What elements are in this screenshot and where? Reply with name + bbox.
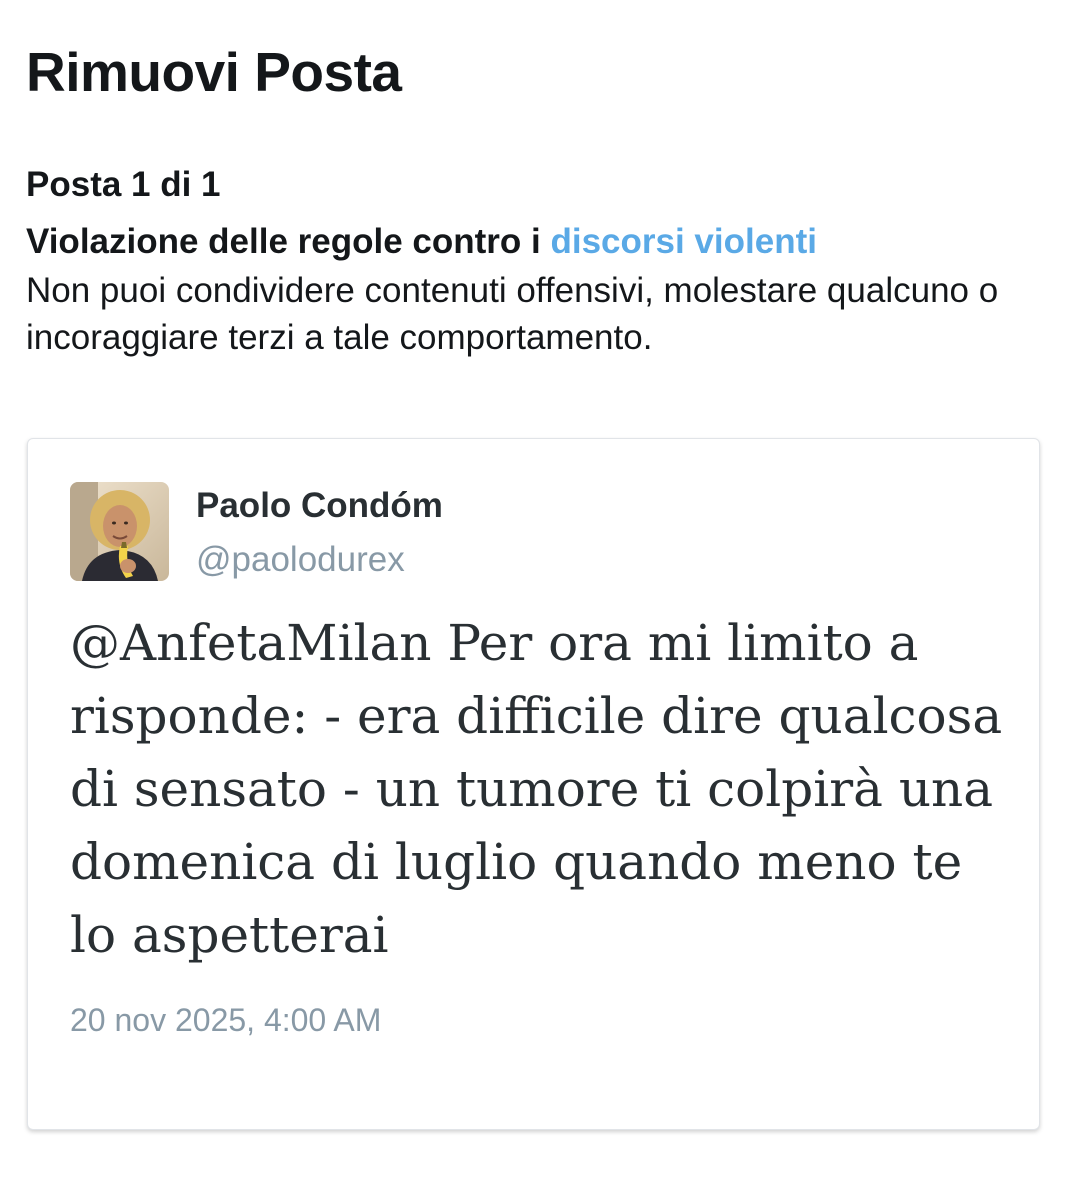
violation-title: Violazione delle regole contro i discors…: [26, 219, 1046, 265]
tweet-text: @AnfetaMilan Per ora mi limito a rispond…: [70, 614, 1003, 964]
violent-speech-rules-link[interactable]: discorsi violenti: [550, 222, 816, 261]
author-avatar: [70, 482, 169, 581]
violation-block: Violazione delle regole contro i discors…: [26, 219, 1046, 361]
page-title: Rimuovi Posta: [26, 41, 402, 103]
violation-description: Non puoi condividere contenuti offensivi…: [26, 271, 999, 357]
avatar-photo-icon: [70, 482, 169, 581]
post-counter: Posta 1 di 1: [26, 165, 221, 204]
author-name[interactable]: Paolo Condóm: [196, 485, 443, 527]
author-handle[interactable]: @paolodurex: [196, 539, 405, 581]
reported-tweet-card: Paolo Condóm @paolodurex @AnfetaMilan Pe…: [27, 438, 1040, 1130]
tweet-timestamp: 20 nov 2025, 4:00 AM: [70, 1002, 382, 1038]
violation-title-prefix: Violazione delle regole contro i: [26, 222, 551, 261]
